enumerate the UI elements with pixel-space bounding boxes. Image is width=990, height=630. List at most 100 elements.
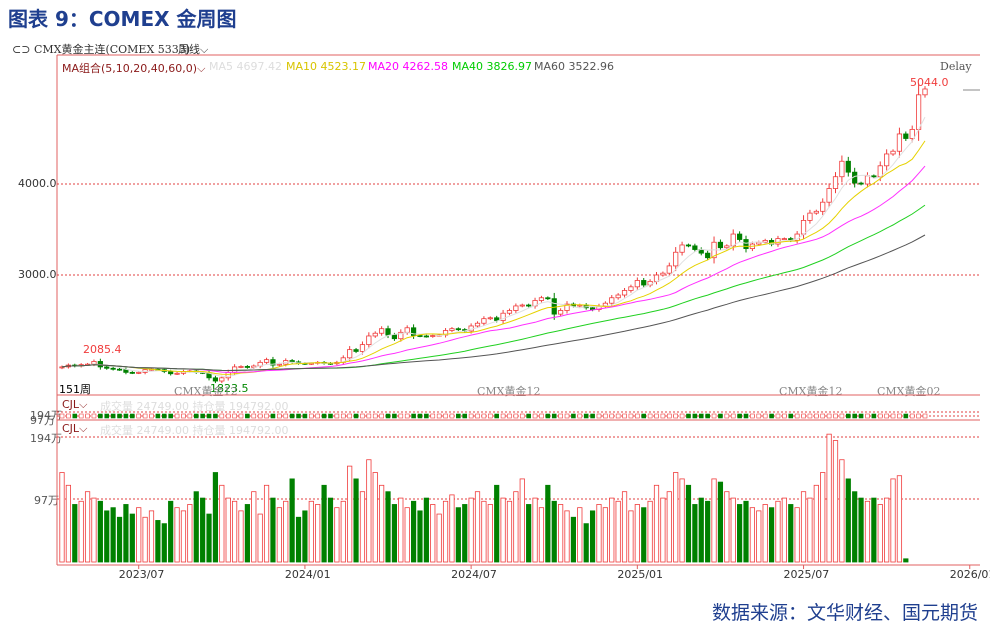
mini-volume-bar [264,413,269,419]
mini-volume-bar [526,413,531,419]
volume-bar [455,507,461,563]
mini-volume-bar [104,413,110,419]
mini-volume-bar [328,413,333,419]
candle [129,371,135,374]
volume-bar [832,440,839,563]
mini-volume-bar [858,413,864,419]
candle [423,335,429,338]
volume-bar [417,510,423,563]
candle [231,366,238,373]
mini-volume-bar [219,413,225,419]
candle [666,265,672,274]
volume-bar [609,497,615,563]
candle [909,128,915,139]
mini-volume-bar [385,413,391,419]
mini-volume-bar [379,413,384,419]
volume-bar [385,491,391,563]
candle [641,280,647,286]
mini-volume-bar [302,413,308,419]
mini-volume-bar [59,413,65,419]
candle [826,188,832,203]
mini-volume-bar [724,413,730,419]
volume-bar [481,500,487,563]
volume-bar [315,504,321,563]
volume-bar [749,507,756,563]
volume-bar [379,484,385,563]
ma10-line [61,140,926,375]
mini-volume-bar [334,413,340,419]
mini-volume-bar [922,413,928,419]
mini-volume-bar [635,413,640,419]
mini-volume-bar [340,413,346,419]
volume-bar [353,478,359,563]
candle [558,310,564,315]
volume-bar [494,484,500,563]
volume-bar [231,500,238,563]
volume-bar [577,507,583,563]
candle [455,328,461,331]
volume-bar [500,497,506,563]
mini-volume-bar [430,413,436,419]
mini-volume-bar [366,413,372,419]
mini-volume-bar [174,413,180,419]
volume-bar [628,510,634,563]
mini-volume-bar [251,413,257,419]
mini-volume-bar [647,413,653,419]
mini-volume-bar [392,413,397,419]
volume-bar [807,497,813,563]
volume-bar [302,510,308,563]
mini-volume-bar [839,413,845,419]
price-chart[interactable] [0,0,990,630]
mini-volume-bar [762,413,768,419]
volume-bar [410,500,417,563]
volume-bar [506,500,513,563]
mini-volume-bar [865,413,870,419]
mini-volume-bar [897,413,902,419]
volume-bar [238,510,244,563]
candle [347,349,353,359]
candle [219,377,225,382]
mini-volume-bar [494,413,499,419]
volume-bar [647,500,653,563]
volume-bar [660,497,666,563]
mini-volume-bar [916,413,921,419]
volume-bar [334,507,340,563]
volume-bar [583,523,589,563]
volume-bar [845,478,851,563]
mini-volume-bar [72,413,78,419]
mini-volume-bar [168,413,173,419]
mini-volume-bar [161,413,167,419]
ma5-line [61,116,926,377]
candle [212,377,219,382]
candle [136,371,142,374]
mini-volume-bar [296,413,301,419]
volume-bar [391,504,398,563]
candle [174,372,180,375]
volume-bar [59,472,65,563]
candle [116,368,123,371]
candle [519,304,525,307]
mini-volume-bar [782,413,787,419]
mini-volume-bar [903,413,909,419]
mini-volume-bar [666,413,672,419]
volume-bar [244,504,250,563]
volume-bar [768,507,775,563]
volume-bar [615,500,621,563]
candle [404,327,410,333]
candle [653,274,660,282]
mini-volume-bar [775,413,781,419]
volume-bar [884,497,890,563]
mini-volume-bar [590,413,595,419]
candle [717,241,724,249]
candle [615,294,621,299]
mini-volume-bar [609,413,615,419]
volume-bar [257,513,263,563]
volume-bar [142,516,148,563]
volume-bar [756,510,762,563]
volume-bar [839,459,845,563]
volume-bar [666,491,672,563]
mini-volume-bar [347,413,352,419]
volume-bar [762,504,768,563]
volume-bar [65,484,71,563]
volume-bar [545,484,551,563]
